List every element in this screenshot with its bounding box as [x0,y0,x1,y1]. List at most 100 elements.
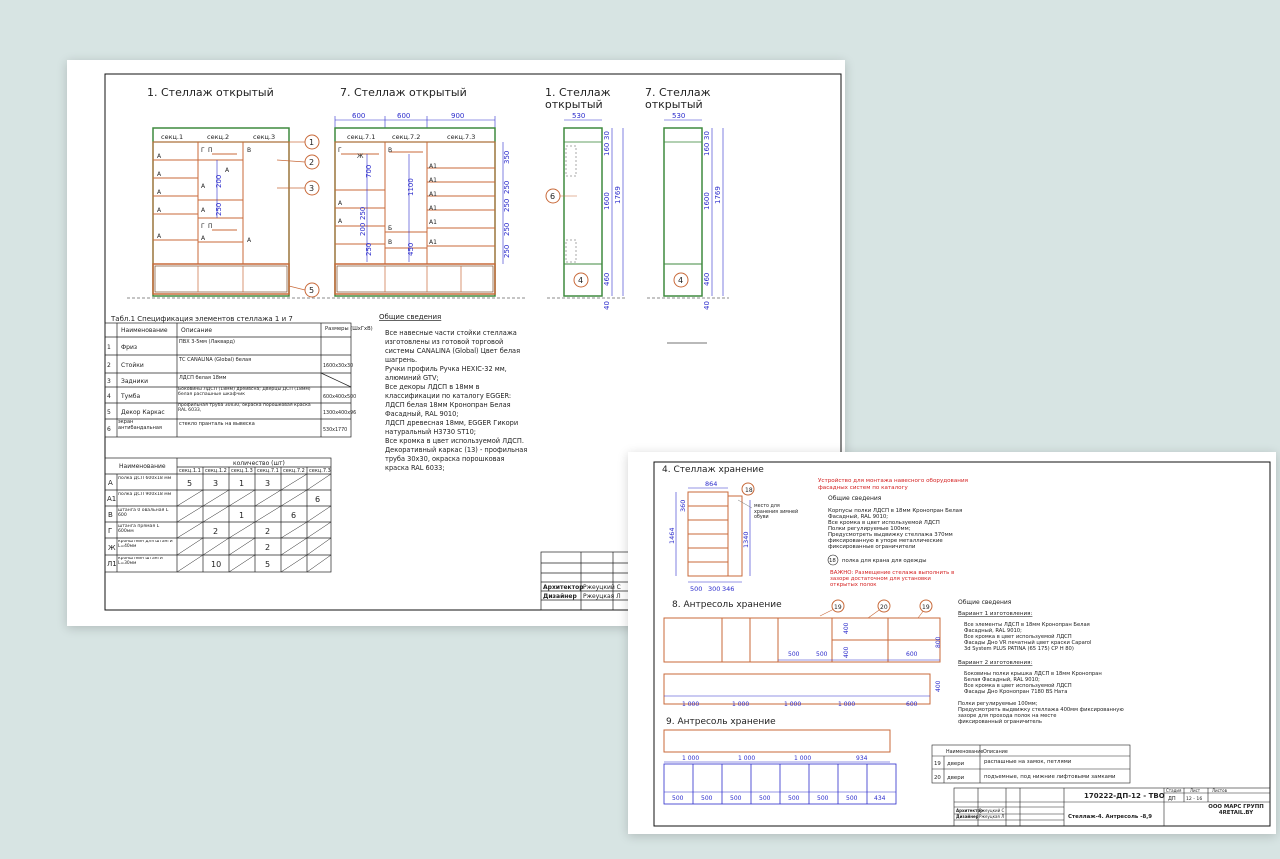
legend-name: двери [947,775,965,781]
mezz-dim: 1 000 [682,701,699,708]
table2-val: 6 [291,511,296,520]
callout-6: 6 [550,192,555,201]
general-line: Все кромка в цвет используемой ЛДСП [828,519,940,526]
rack7-letter: Б [388,225,392,232]
rack7-letter: А1 [429,219,437,226]
tb-designer-name: Ржеуцкая Л [979,814,1004,819]
storage-width: 864 [705,480,717,488]
table2-val: 6 [315,495,320,504]
rack1-letter: А [157,153,162,160]
notes-line: Все кромка в цвет используемой ЛДСП. [385,437,524,445]
mezz-dim: 500 [816,651,828,658]
rack1-letter: Г [201,223,205,230]
table2-header-qty: количество (шт) [233,460,285,467]
item18-number: 18 [829,558,836,564]
rack1-dim: 250 [215,203,223,216]
titleblock-sheet-title: Стеллаж-4. Антресоль -8,9 [1068,814,1152,820]
mezz-callout: 19 [922,604,930,611]
table2-name: полка ДСП 900х18 мм [118,492,172,497]
callout-2: 2 [309,158,314,167]
legend-desc: распашные на замок, петлями [984,759,1072,765]
table1-cell-n: 2 [107,362,111,369]
storage9-dim: 1 000 [682,755,699,762]
rack7-dim: 250 [503,223,511,236]
sheet2-frame [653,461,1271,827]
notes-line: классификации по каталогу EGGER: [385,392,511,400]
rack7-letter: А1 [429,205,437,212]
mezzanine-elevation [663,617,941,663]
titleblock-sheets-header: Листов [1212,788,1228,793]
side1-dim: 460 [603,273,611,286]
side1-width: 530 [572,112,585,120]
notes-line: изготовлены из готовой торговой [385,338,503,346]
legend-name: двери [947,761,965,767]
titleblock-stage: ДП [1168,796,1176,802]
storage9-dim: 500 [817,795,829,802]
rack1-letter: А [201,207,206,214]
rack1-letter: П [208,223,213,230]
table1-rows: 1 Фриз ПВХ 3-5мм (Лаквард) 2 Стойки ТС C… [107,339,356,433]
titleblock-code: 170222-ДП-12 - ТВО [1084,792,1165,800]
table1-cell-size: 600х400х500 [323,394,356,400]
rack7-dim: 700 [365,165,373,178]
rack1-section-1: секц.1 [161,133,183,141]
rack7-section-3: секц.7.3 [447,133,475,141]
mezzanine-plan [663,673,931,705]
rack1-letter: А [201,235,206,242]
table1-cell-n: 6 [107,426,111,433]
storage-title: 4. Стеллаж хранение [662,465,764,475]
rack1-letter: А [157,207,162,214]
general-line: фиксированные ограничители [828,544,916,550]
storage-dim: 1464 [668,527,676,544]
table2-name: штанга прямая L 600мм [118,524,160,534]
mezz-dim: 1 000 [732,701,749,708]
mezz-dim: 400 [843,646,850,658]
mezz-extra-line: фиксированный ограничитель [958,718,1042,725]
storage-dim: 360 [679,500,687,512]
table1-cell-name: Тумба [120,393,140,400]
table1-cell-name: Фриз [121,344,137,351]
side7-dims: 160 30 1600 1769 460 40 [703,131,722,310]
tb-designer-label: Дизайнер [956,814,979,819]
rack7-width-1: 600 [352,112,365,120]
table1-cell-n: 5 [107,409,111,416]
rack7-dim: 200 [359,223,367,236]
mezzanine-title: 8. Антресоль хранение [672,600,782,610]
storage9-dim: 500 [701,795,713,802]
storage-note: место для хранения зимней обуви [754,504,799,521]
table1-cell-n: 1 [107,344,111,351]
table2-val: 1 [239,479,244,488]
notes-line: Декоративный каркас (13) - профильная [385,446,527,454]
table1-cell-size: 1600х30х30 [323,363,353,369]
callout-5: 5 [309,286,314,295]
notes-line: алюминий GTV; [385,374,439,382]
notes-line: труба 30х30, окраска порошковая [385,455,505,463]
rack7-section-1: секц.7.1 [347,133,375,141]
rack7-letter: А [338,218,343,225]
mezz-callout: 19 [834,604,842,611]
view-title-1-side-l2: открытый [545,98,603,111]
general-line: Фасадный, RAL 9010; [828,513,888,520]
notes-line: ЛДСП древесная 18мм, EGGER Гикори [385,419,518,427]
storage-dim: 300 [708,585,720,593]
table2-val: 2 [213,527,218,536]
storage9-dim: 500 [730,795,742,802]
table1-cell-desc: профильная труба 30х30, окраска порошков… [178,403,311,413]
rack7-letter: А1 [429,239,437,246]
table2-val: 3 [213,479,218,488]
side7-width: 530 [672,112,685,120]
table2-col: секц.7.3 [309,468,331,474]
legend-n: 20 [934,775,941,781]
mezz-dim: 600 [906,651,918,658]
rack7-letter: В [388,239,392,246]
rack7-letters: Г Ж В А1 А1 А1 А1 А1 А1 А А Б В [338,147,437,246]
rack1-letter: А [157,171,162,178]
storage-dims: 1464 1340 360 500 300 346 [668,500,750,593]
legend-header-name: Наименование [946,749,983,755]
rack7-dim: 1100 [407,178,415,196]
side1-dim: 30 [603,131,611,140]
callout-1: 1 [309,138,314,147]
table2-name: штанга 0 овальная L 600 [118,508,169,518]
storage9-dim: 434 [874,795,886,802]
rack7-width-3: 900 [451,112,464,120]
